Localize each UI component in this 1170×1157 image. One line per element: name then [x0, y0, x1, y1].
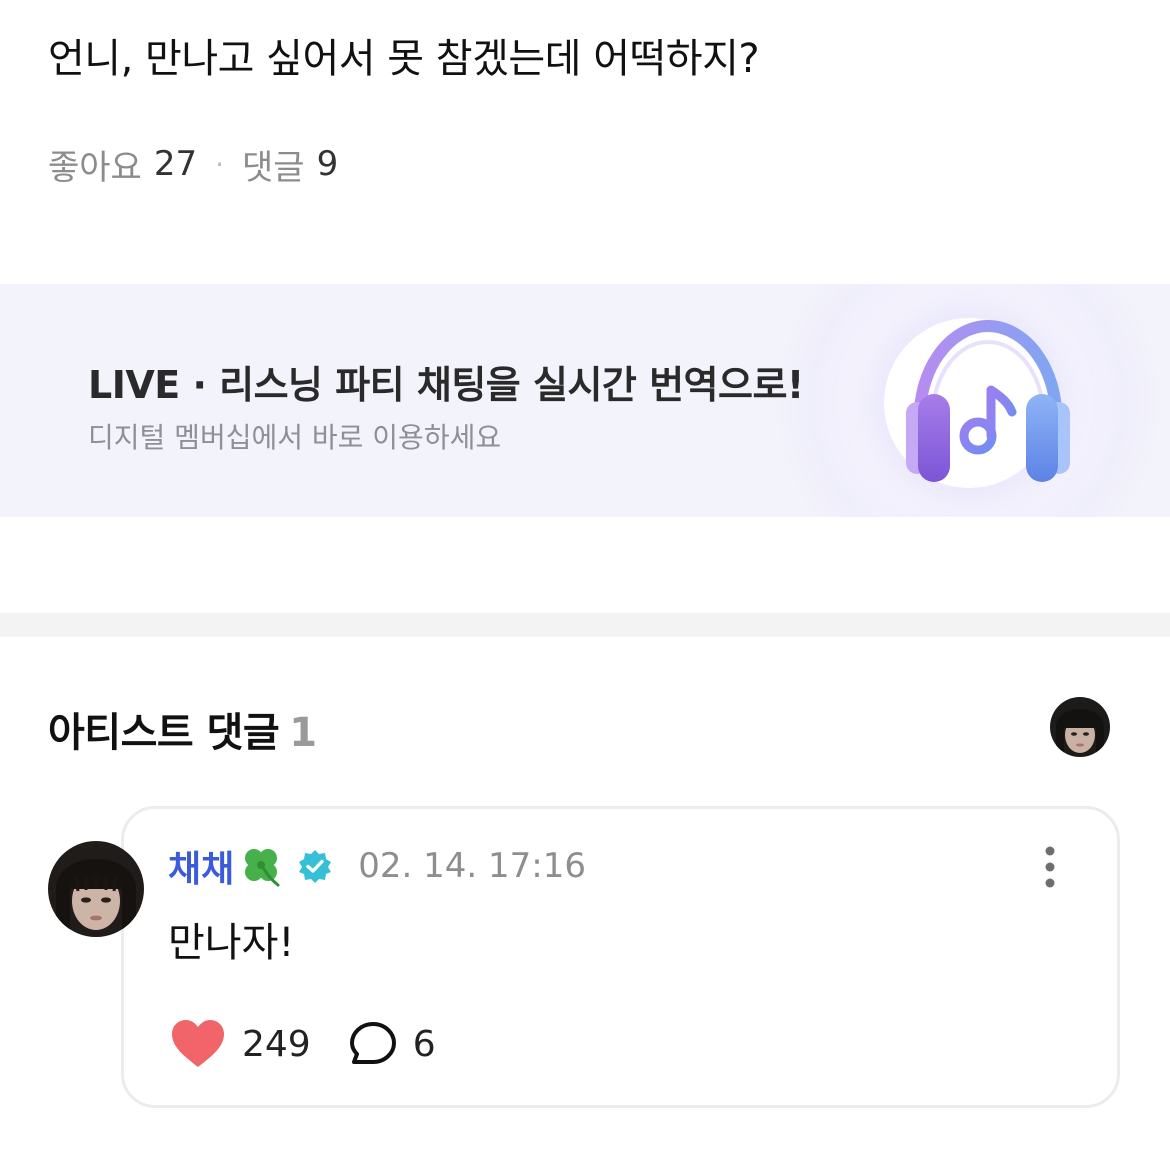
like-count: 249	[242, 1023, 311, 1065]
artist-comments-heading: 아티스트 댓글 1	[48, 700, 317, 758]
comment-timestamp: 02. 14. 17:16	[358, 846, 586, 886]
likes-label: 좋아요	[48, 147, 142, 188]
comment-text: 만나자!	[168, 920, 295, 966]
avatar-small-image	[1050, 697, 1110, 757]
artist-avatar-small[interactable]	[1050, 697, 1110, 757]
like-button[interactable]: 249	[170, 1019, 311, 1069]
section-divider	[0, 613, 1170, 637]
reply-button[interactable]: 6	[349, 1021, 436, 1067]
banner-subtitle: 디지털 멤버십에서 바로 이용하세요	[88, 421, 502, 454]
speech-bubble-icon	[349, 1022, 396, 1064]
more-options-icon[interactable]	[1035, 846, 1065, 888]
promo-banner[interactable]: LIVE · 리스닝 파티 채팅을 실시간 번역으로! 디지털 멤버십에서 바로…	[0, 284, 1170, 517]
banner-title: LIVE · 리스닝 파티 채팅을 실시간 번역으로!	[88, 363, 804, 407]
clover-emoji-icon	[245, 849, 280, 887]
comment-header: 채채 02. 14. 17:16	[168, 842, 586, 890]
likes-count[interactable]: 27	[154, 144, 197, 184]
stats-separator: ·	[215, 147, 225, 181]
post-stats: 좋아요 27 · 댓글 9	[48, 142, 339, 188]
verified-badge-icon	[299, 850, 332, 883]
comments-count[interactable]: 9	[317, 144, 339, 184]
comment-author[interactable]: 채채	[168, 840, 234, 892]
comment-actions: 249 6	[170, 1016, 436, 1072]
headphones-music-icon	[906, 319, 1070, 482]
artist-comments-title: 아티스트 댓글	[48, 710, 280, 756]
artist-comments-count: 1	[289, 710, 317, 756]
heart-icon	[172, 1020, 224, 1067]
post-text: 언니, 만나고 싶어서 못 참겠는데 어떡하지?	[48, 36, 760, 82]
reply-count: 6	[412, 1023, 436, 1065]
comments-label: 댓글	[242, 147, 305, 188]
commenter-avatar[interactable]	[48, 841, 144, 937]
commenter-avatar-image	[48, 841, 144, 937]
